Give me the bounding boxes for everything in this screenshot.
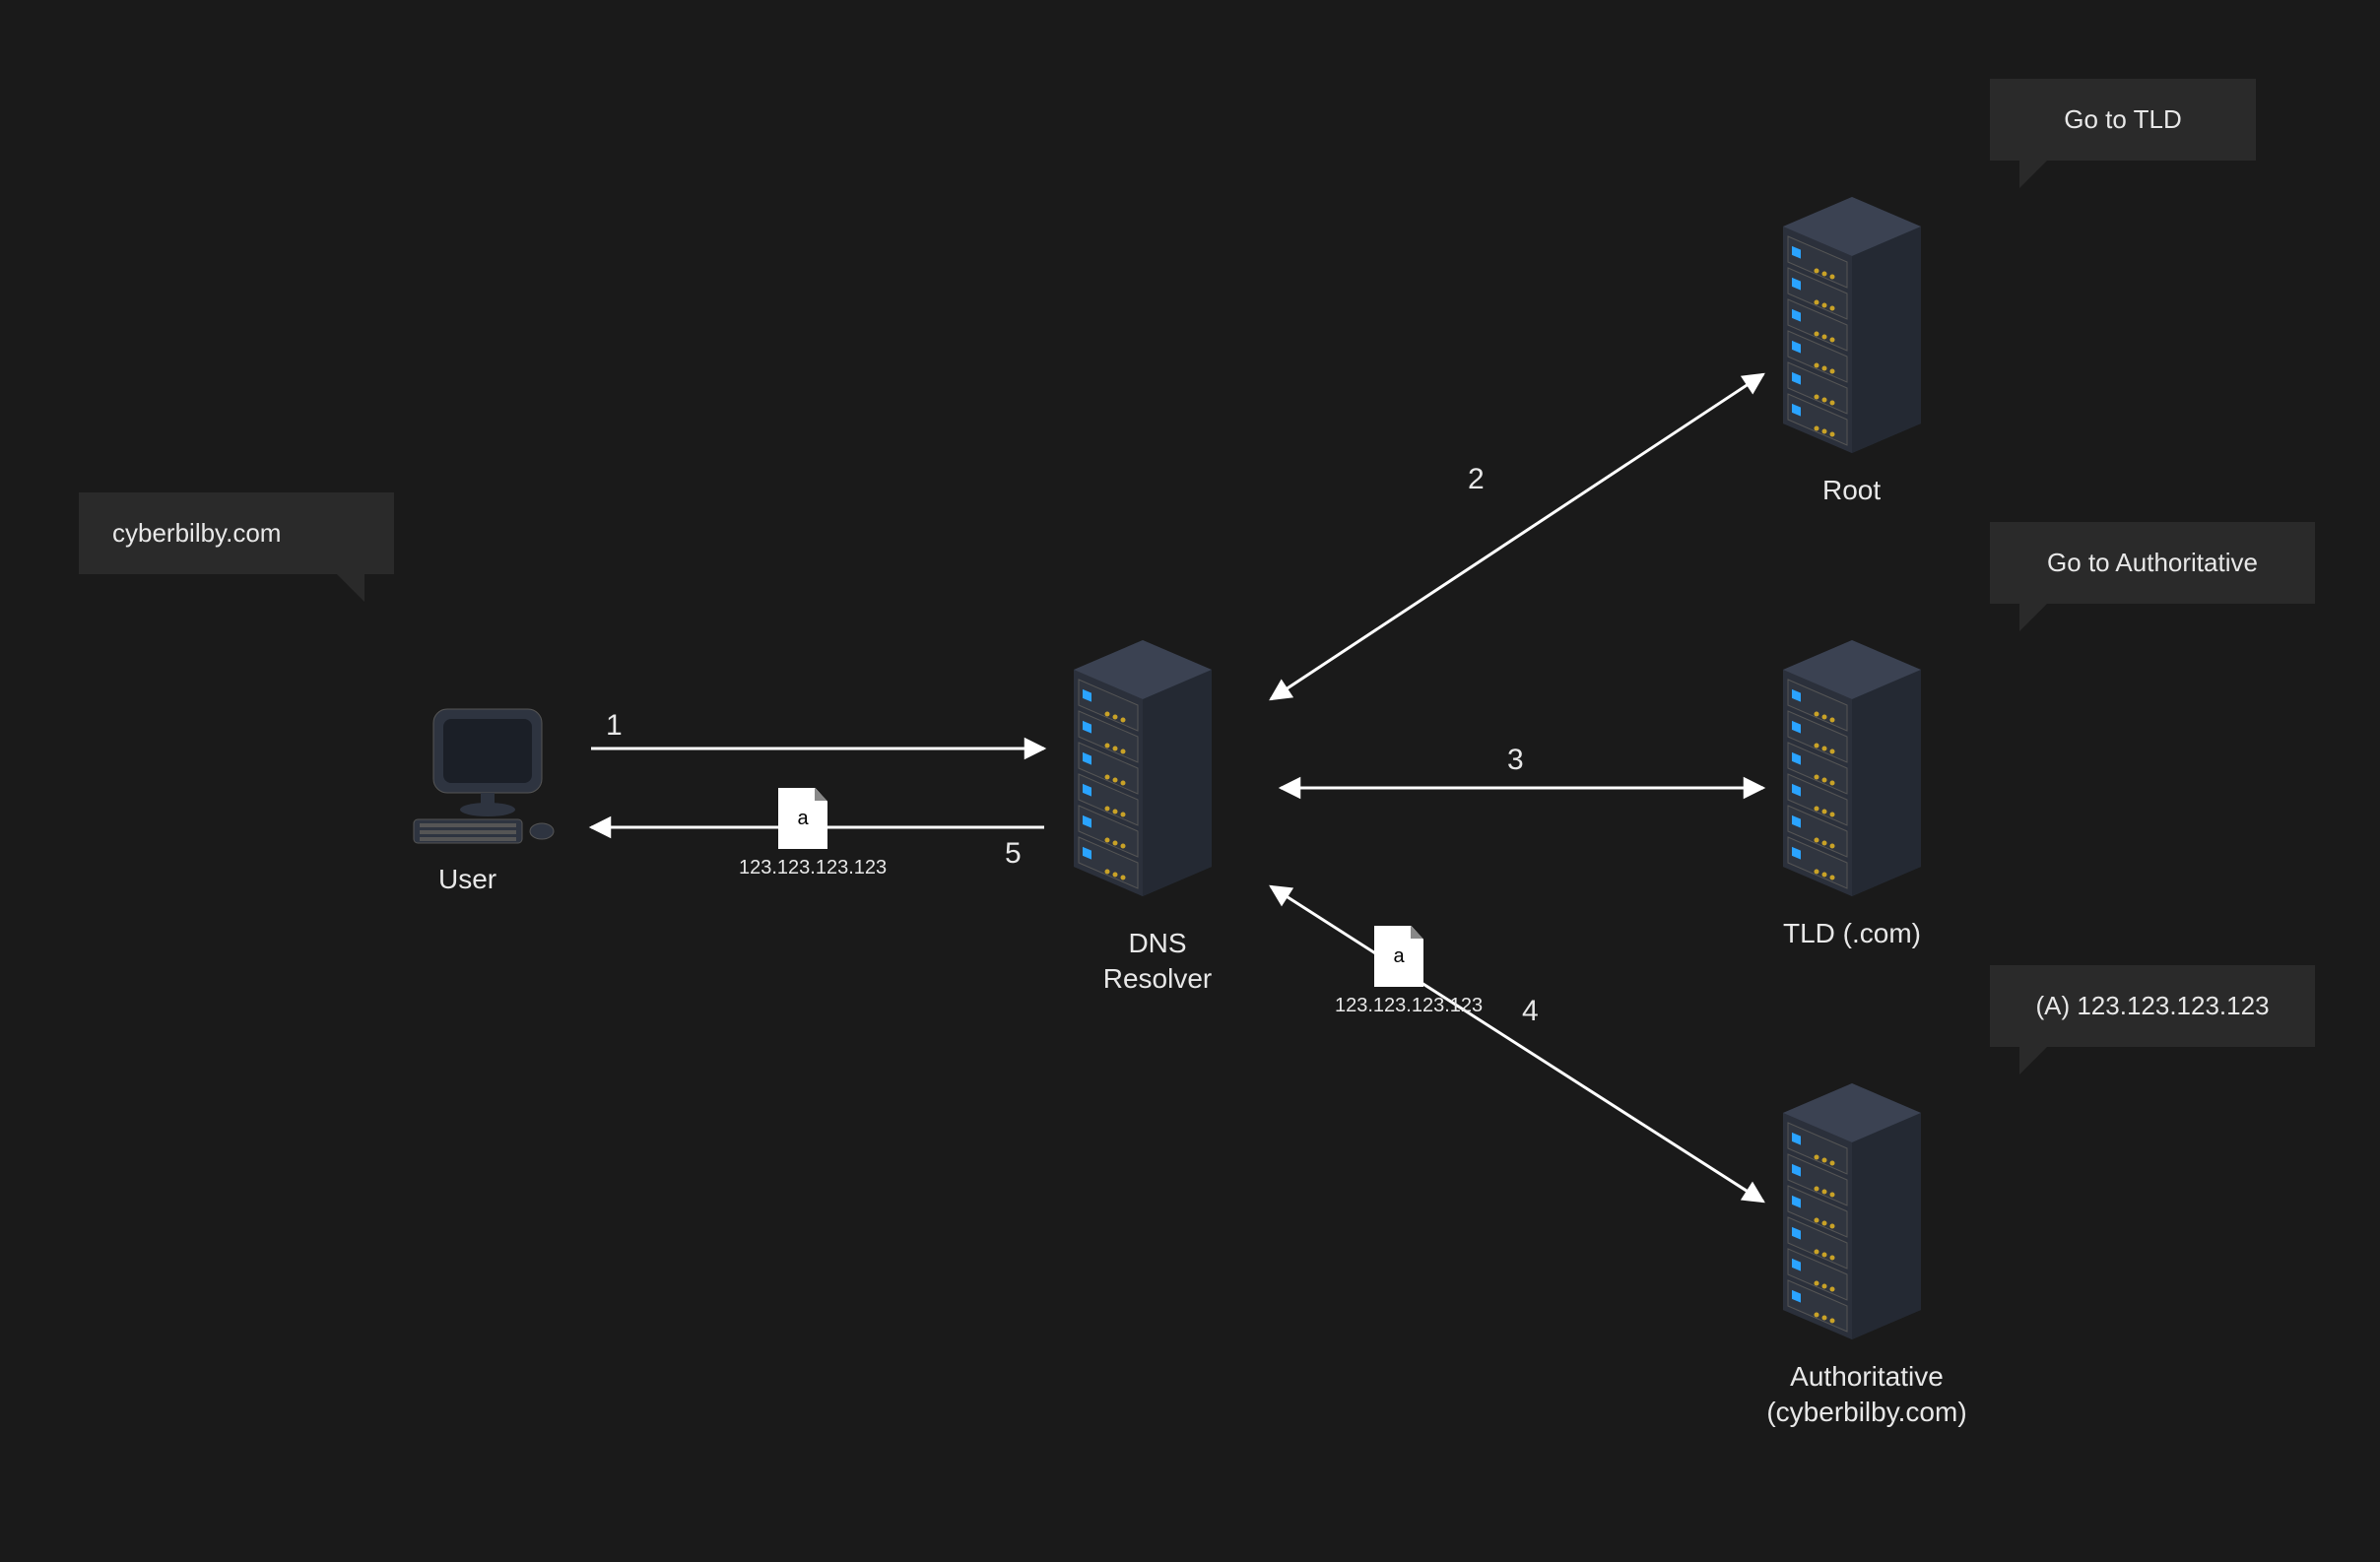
step-5-number: 5 <box>1005 837 1022 871</box>
user-label: User <box>438 862 496 897</box>
tld-response-text: Go to Authoritative <box>2047 548 2258 577</box>
user-query-text: cyberbilby.com <box>112 518 281 548</box>
auth-response-text: (A) 123.123.123.123 <box>2035 991 2269 1020</box>
tld-response-bubble: Go to Authoritative <box>1990 522 2315 604</box>
user-query-bubble: cyberbilby.com <box>79 492 394 574</box>
resolver-label: DNS Resolver <box>1084 926 1231 998</box>
authoritative-server-icon <box>1783 1083 1921 1339</box>
auth-response-bubble: (A) 123.123.123.123 <box>1990 965 2315 1047</box>
user-computer-icon <box>414 709 554 843</box>
root-server-icon <box>1783 197 1921 453</box>
arrow-step-4 <box>1271 886 1763 1202</box>
document-icon: a <box>1374 926 1423 987</box>
step-4-number: 4 <box>1522 995 1539 1028</box>
root-response-text: Go to TLD <box>2064 104 2181 134</box>
arrow-step-2 <box>1271 374 1763 699</box>
root-response-bubble: Go to TLD <box>1990 79 2256 161</box>
ip-label-resolver-to-user: 123.123.123.123 <box>739 857 887 879</box>
document-icon: a <box>778 788 827 849</box>
dns-resolver-server-icon <box>1074 640 1212 896</box>
auth-label: Authoritative (cyberbilby.com) <box>1753 1359 1980 1431</box>
tld-server-icon <box>1783 640 1921 896</box>
tld-label: TLD (.com) <box>1783 916 1921 951</box>
step-1-number: 1 <box>606 709 623 743</box>
root-label: Root <box>1822 473 1881 508</box>
ip-label-auth-to-resolver: 123.123.123.123 <box>1335 995 1483 1017</box>
step-3-number: 3 <box>1507 744 1524 777</box>
step-2-number: 2 <box>1468 463 1485 496</box>
